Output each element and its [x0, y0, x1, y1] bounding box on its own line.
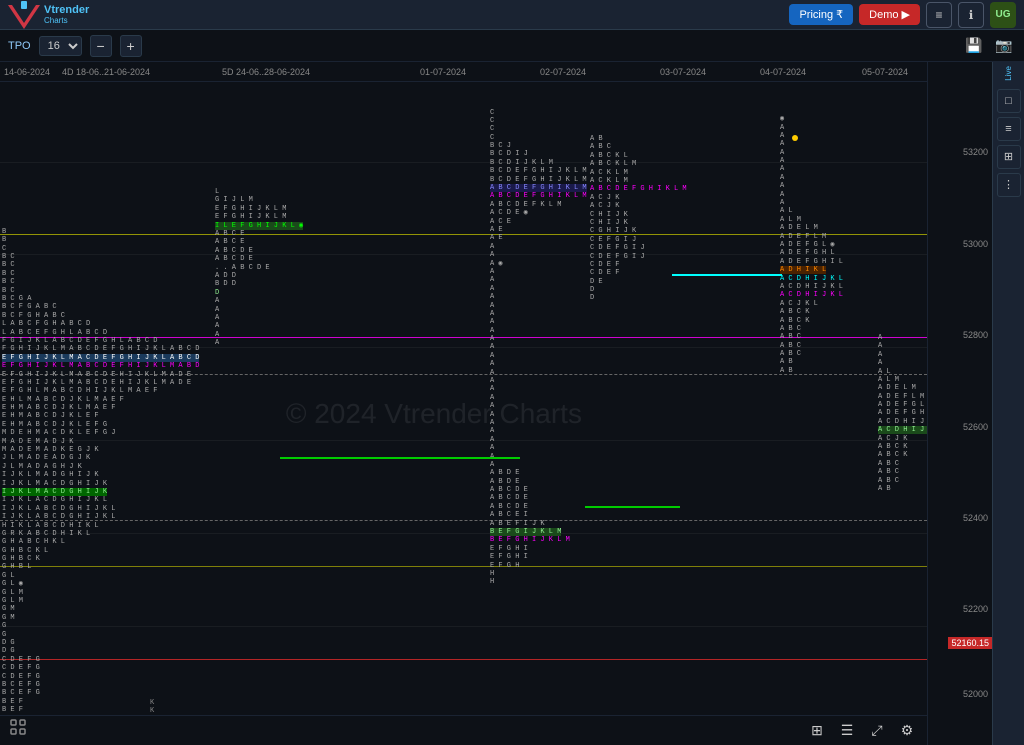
price-scale: 53200 53000 52800 52600 52400 52200 5216… [927, 62, 992, 745]
chart-canvas[interactable]: © 2024 Vtrender Charts B B C B [0, 82, 927, 745]
right-sidebar: Live □ ≡ ⊞ ⋮ [992, 62, 1024, 745]
info-button[interactable]: ℹ [958, 2, 984, 28]
price-53000: 53000 [963, 239, 988, 249]
profile-block-1: B B C B C B C B C B C B C B C G A B C F … [2, 228, 199, 745]
profile-block-2: L G I J L M E F G H I J K L M E F G H I … [215, 188, 303, 347]
live-label: Live [1004, 66, 1013, 81]
profile-block-6: A A A A A L A L M A D E L M A D E F L M … [878, 334, 927, 493]
price-52600: 52600 [963, 422, 988, 432]
price-highlight: 52160.15 [948, 637, 992, 649]
main-layout: 14-06-2024 4D 18-06..21-06-2024 5D 24-06… [0, 62, 1024, 745]
chart-container[interactable]: 14-06-2024 4D 18-06..21-06-2024 5D 24-06… [0, 62, 927, 745]
period-select[interactable]: 16 5 30 [39, 36, 82, 56]
profile-block-5: ◉ A A A A A A A A A A A L A L M A D E L … [780, 115, 843, 375]
list-button[interactable]: ☰ [835, 719, 859, 743]
pricing-button[interactable]: Pricing ₹ [789, 4, 853, 25]
poc-line-3 [585, 506, 680, 508]
toolbar-right-icons: 💾 📷 [962, 34, 1016, 58]
date-label-3: 01-07-2024 [420, 67, 466, 77]
date-label-5: 03-07-2024 [660, 67, 706, 77]
cyan-hline [672, 274, 782, 276]
screenshot-button[interactable]: 📷 [992, 34, 1016, 58]
bottom-toolbar: ⊞ ☰ ⤢ ⚙ [0, 715, 927, 745]
toolbar: TPO 16 5 30 − + 💾 📷 [0, 30, 1024, 62]
logo-area: Vtrender Charts [8, 1, 89, 29]
tpo-bottom-label: KK [150, 699, 154, 715]
save-button[interactable]: 💾 [962, 34, 986, 58]
menu-button[interactable]: ≡ [926, 2, 952, 28]
grid-button[interactable]: ⊞ [805, 719, 829, 743]
fullscreen-icon[interactable] [8, 717, 28, 741]
date-label-6: 04-07-2024 [760, 67, 806, 77]
sidebar-btn-grid[interactable]: ⊞ [997, 145, 1021, 169]
price-52400: 52400 [963, 513, 988, 523]
logo-icon [8, 1, 40, 29]
logo-sub: Charts [44, 17, 89, 25]
demo-button[interactable]: Demo ▶ [859, 4, 920, 25]
date-label-1: 4D 18-06..21-06-2024 [62, 67, 150, 77]
expand-button[interactable]: ⤢ [865, 719, 889, 743]
poc-line-1 [280, 457, 520, 459]
price-53200: 53200 [963, 147, 988, 157]
date-bar: 14-06-2024 4D 18-06..21-06-2024 5D 24-06… [0, 62, 927, 82]
header-buttons: Pricing ₹ Demo ▶ ≡ ℹ UG [789, 2, 1016, 28]
date-label-0: 14-06-2024 [4, 67, 50, 77]
sidebar-btn-rect[interactable]: □ [997, 89, 1021, 113]
price-dot-top [792, 135, 798, 141]
date-label-7: 05-07-2024 [862, 67, 908, 77]
header: Vtrender Charts Pricing ₹ Demo ▶ ≡ ℹ UG [0, 0, 1024, 30]
profile-block-4: A B A B C A B C K L A B C K L M A C K L … [590, 135, 687, 303]
price-52200: 52200 [963, 604, 988, 614]
settings-button[interactable]: ⚙ [895, 719, 919, 743]
plus-button[interactable]: + [120, 35, 142, 57]
logo-name: Vtrender [44, 4, 89, 16]
date-label-2: 5D 24-06..28-06-2024 [222, 67, 310, 77]
sidebar-btn-dots[interactable]: ⋮ [997, 173, 1021, 197]
price-52000: 52000 [963, 689, 988, 699]
price-52800: 52800 [963, 330, 988, 340]
minus-button[interactable]: − [90, 35, 112, 57]
sidebar-btn-lines[interactable]: ≡ [997, 117, 1021, 141]
logo: Vtrender Charts [8, 1, 89, 29]
profile-block-3: C C C C B C J B C D I J B C D I J K L M … [490, 109, 587, 587]
logo-text-group: Vtrender Charts [44, 4, 89, 25]
date-label-4: 02-07-2024 [540, 67, 586, 77]
tpo-label: TPO [8, 40, 31, 52]
avatar-button[interactable]: UG [990, 2, 1016, 28]
